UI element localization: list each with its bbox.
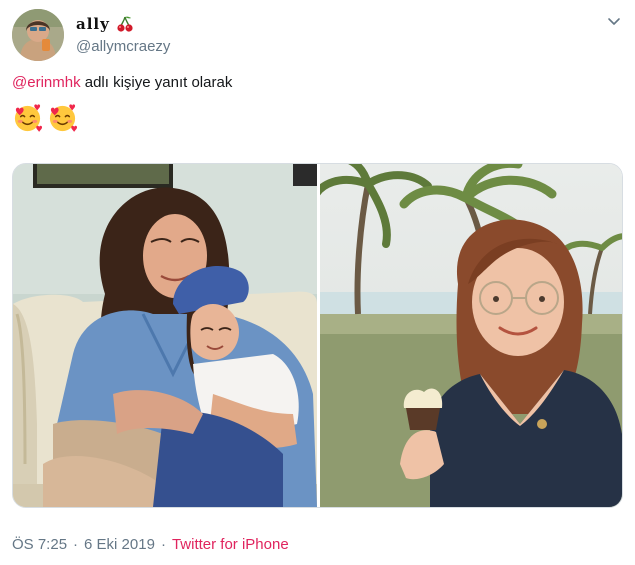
meta-separator: ·: [73, 536, 79, 553]
tweet-media: [12, 163, 623, 508]
display-name[interactable]: ally: [76, 15, 110, 33]
reply-context: @erinmhk adlı kişiye yanıt olarak: [12, 74, 232, 91]
smiling-face-with-hearts-icon: [49, 104, 78, 133]
chevron-down-icon[interactable]: [606, 14, 622, 30]
beach-portrait-photo: [320, 164, 622, 507]
author-name-row[interactable]: ally: [76, 13, 134, 35]
avatar[interactable]: [12, 9, 64, 61]
reply-text: adlı kişiye yanıt olarak: [84, 74, 233, 91]
tweet-meta: ÖS 7:25 · 6 Eki 2019 · Twitter for iPhon…: [12, 536, 289, 553]
meta-separator-2: ·: [160, 536, 166, 553]
childhood-photo: [13, 164, 317, 507]
reply-mention-link[interactable]: @erinmhk: [12, 74, 81, 91]
tweet-time[interactable]: ÖS 7:25: [12, 536, 67, 553]
media-photo-right[interactable]: [320, 164, 622, 507]
tweet-date[interactable]: 6 Eki 2019: [84, 536, 155, 553]
tweet-text: [12, 102, 78, 133]
cherries-icon: [117, 16, 133, 32]
profile-photo-icon: [12, 9, 64, 61]
tweet-header: ally @allymcraezy: [0, 0, 635, 70]
smiling-face-with-hearts-icon: [14, 104, 43, 133]
author-handle[interactable]: @allymcraezy: [76, 38, 170, 55]
tweet-source-link[interactable]: Twitter for iPhone: [172, 536, 289, 553]
media-photo-left[interactable]: [13, 164, 317, 507]
